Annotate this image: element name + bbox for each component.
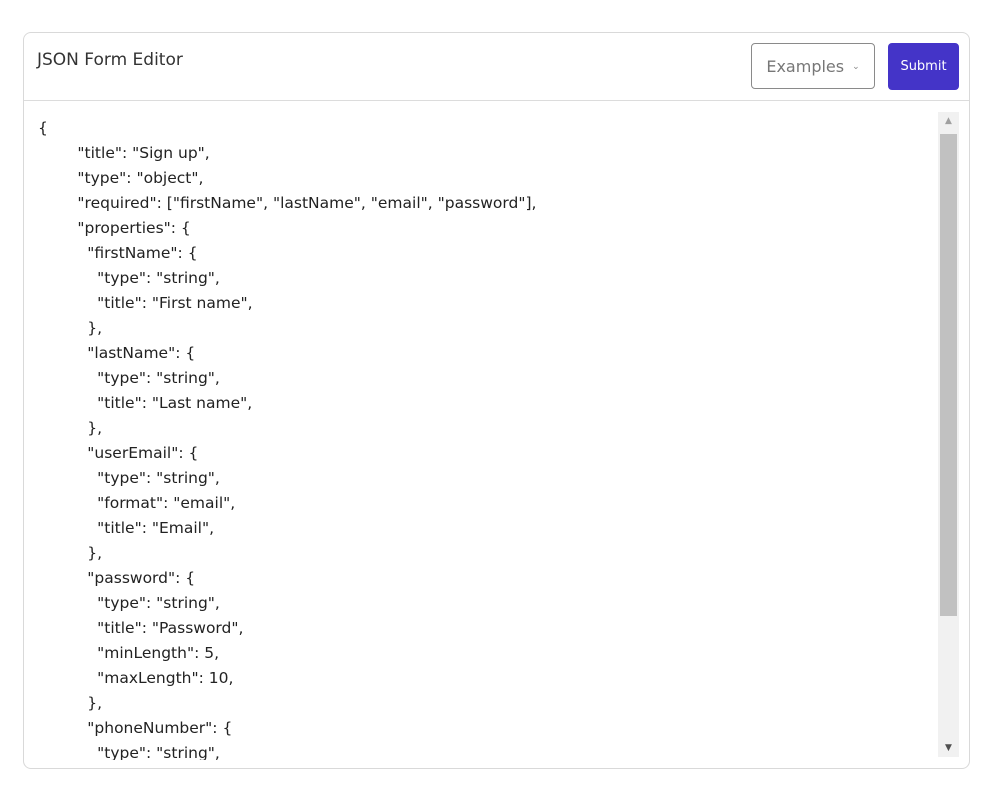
- scrollbar-thumb[interactable]: [940, 134, 957, 616]
- json-editor[interactable]: { "title": "Sign up", "type": "object", …: [24, 101, 969, 768]
- editor-header: JSON Form Editor Examples ⌄ Submit: [24, 33, 969, 101]
- examples-dropdown[interactable]: Examples ⌄: [751, 43, 875, 89]
- json-form-editor-card: JSON Form Editor Examples ⌄ Submit { "ti…: [23, 32, 970, 769]
- page-title: JSON Form Editor: [37, 50, 183, 70]
- arrow-down-icon[interactable]: ▼: [938, 739, 959, 757]
- submit-button[interactable]: Submit: [888, 43, 959, 90]
- arrow-up-icon[interactable]: ▲: [938, 112, 959, 130]
- chevron-down-icon: ⌄: [852, 62, 860, 72]
- json-editor-textarea[interactable]: { "title": "Sign up", "type": "object", …: [38, 116, 929, 760]
- examples-label: Examples: [766, 56, 845, 76]
- editor-scrollbar[interactable]: ▲ ▼: [938, 112, 959, 757]
